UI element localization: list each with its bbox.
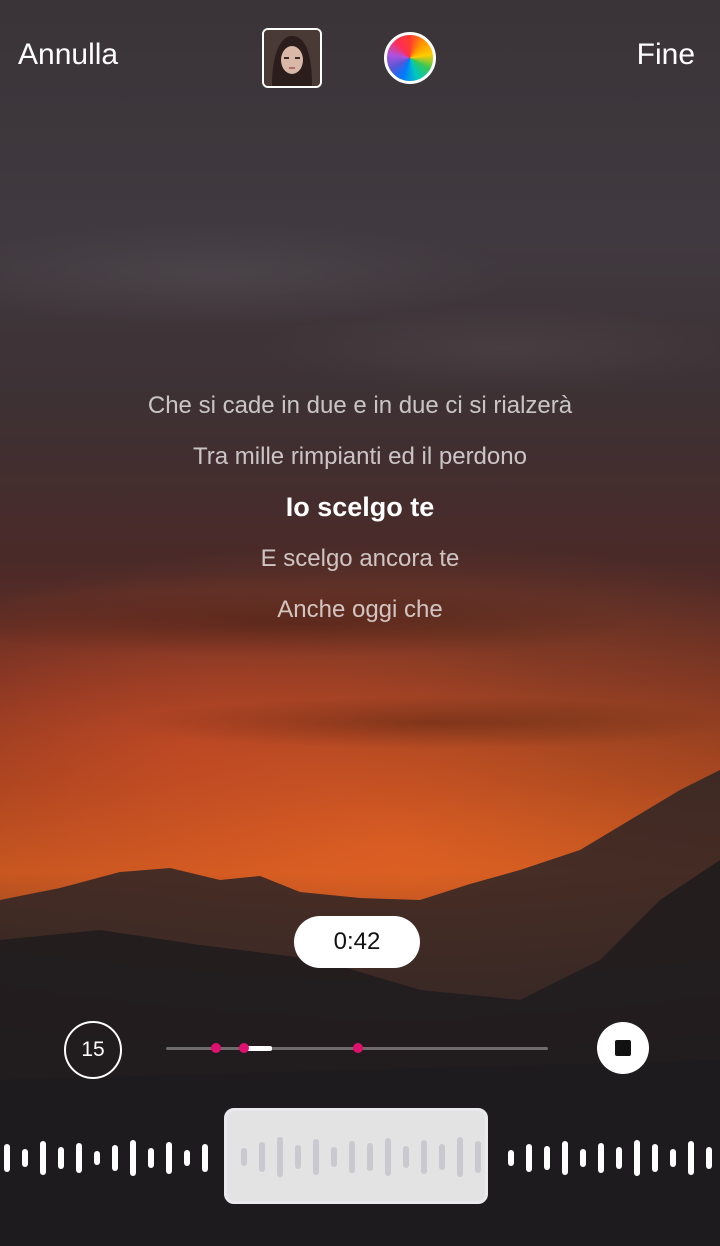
waveform-bar xyxy=(22,1149,28,1167)
selected-waveform-bar xyxy=(385,1138,391,1176)
waveform-bar xyxy=(652,1144,658,1172)
marker-dot xyxy=(353,1043,363,1053)
current-lyric-line: Io scelgo te xyxy=(285,492,435,522)
waveform-bar xyxy=(202,1144,208,1172)
selected-waveform-bar xyxy=(241,1148,247,1166)
marker-dot xyxy=(211,1043,221,1053)
selected-waveform-bar xyxy=(349,1141,355,1173)
waveform-bar xyxy=(166,1142,172,1174)
top-bar: Annulla Fine xyxy=(0,0,720,110)
color-wheel-icon[interactable] xyxy=(384,32,436,84)
waveform-bar xyxy=(670,1149,676,1167)
selected-waveform-bar xyxy=(421,1140,427,1174)
waveform-bar xyxy=(76,1143,82,1173)
waveform-bar xyxy=(40,1141,46,1175)
skip-15-button[interactable]: 15 xyxy=(64,1021,122,1079)
stop-button[interactable] xyxy=(597,1022,649,1074)
selected-waveform-bar xyxy=(367,1143,373,1171)
lyric-line: Anche oggi che xyxy=(277,596,443,623)
waveform-bar xyxy=(562,1141,568,1175)
waveform-bar xyxy=(688,1141,694,1175)
selected-waveform-bar xyxy=(403,1146,409,1168)
stop-icon xyxy=(615,1040,631,1056)
cancel-button[interactable]: Annulla xyxy=(18,38,118,72)
waveform-bar xyxy=(616,1147,622,1169)
album-cover-icon[interactable] xyxy=(262,28,322,88)
selected-waveform-bar xyxy=(439,1144,445,1170)
waveform-bar xyxy=(112,1145,118,1171)
waveform-bar xyxy=(706,1147,712,1169)
lyric-line: Tra mille rimpianti ed il perdono xyxy=(193,443,527,470)
selected-waveform xyxy=(241,1137,481,1177)
selected-waveform-bar xyxy=(277,1137,283,1177)
time-indicator[interactable]: 0:42 xyxy=(294,916,420,968)
selected-waveform-bar xyxy=(295,1145,301,1169)
waveform-bar xyxy=(58,1147,64,1169)
done-button[interactable]: Fine xyxy=(637,38,695,72)
selected-waveform-bar xyxy=(259,1142,265,1172)
lyric-line: Che si cade in due e in due ci si rialze… xyxy=(147,392,573,419)
waveform-bar xyxy=(4,1144,10,1172)
waveform-bar xyxy=(634,1140,640,1176)
waveform-bar xyxy=(94,1151,100,1165)
waveform-bar xyxy=(544,1146,550,1170)
lyric-line: E scelgo ancora te xyxy=(260,545,460,572)
playback-progress-track[interactable] xyxy=(166,1043,548,1053)
waveform-bar xyxy=(148,1148,154,1168)
waveform-bar xyxy=(130,1140,136,1176)
lyrics-panel: Che si cade in due e in due ci si rialze… xyxy=(0,380,720,635)
waveform-bar xyxy=(580,1149,586,1167)
selected-waveform-bar xyxy=(331,1147,337,1167)
waveform-bar xyxy=(508,1150,514,1166)
waveform-bar xyxy=(184,1150,190,1166)
selected-waveform-bar xyxy=(313,1139,319,1175)
selected-waveform-bar xyxy=(475,1141,481,1173)
marker-dot xyxy=(239,1043,249,1053)
clip-selector[interactable] xyxy=(224,1108,488,1204)
waveform-bar xyxy=(526,1144,532,1172)
waveform-bar xyxy=(598,1143,604,1173)
selected-waveform-bar xyxy=(457,1137,463,1177)
